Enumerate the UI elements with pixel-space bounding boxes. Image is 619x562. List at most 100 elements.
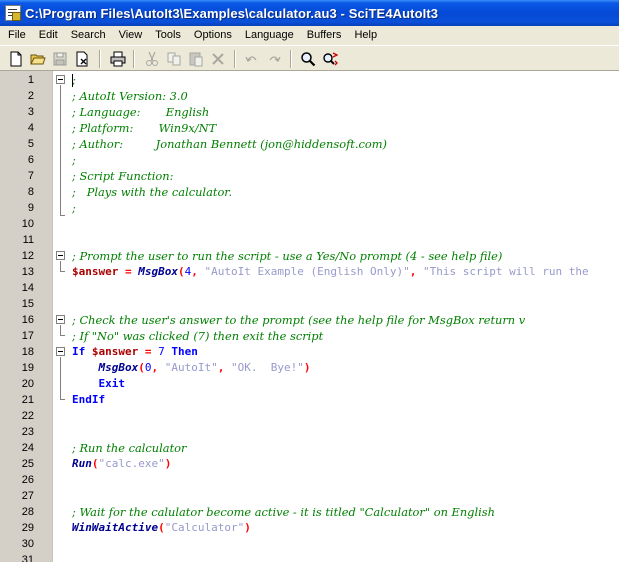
cut-button[interactable] — [142, 49, 162, 69]
code-line: ; Language: English — [72, 104, 209, 120]
line-number: 31 — [21, 554, 34, 562]
code-token: $answer — [91, 345, 139, 358]
menu-tools[interactable]: Tools — [147, 27, 186, 44]
code-line: ; — [72, 152, 76, 168]
fold-line — [60, 357, 61, 399]
line-number: 9 — [27, 202, 34, 214]
code-token: ( — [138, 361, 145, 374]
new-file-button[interactable] — [6, 49, 26, 69]
new-file-icon — [10, 51, 22, 67]
code-token: If — [72, 345, 86, 358]
line-number: 28 — [21, 506, 34, 518]
menu-file[interactable]: File — [0, 27, 31, 44]
undo-button[interactable] — [242, 49, 262, 69]
line-number: 12 — [21, 250, 34, 262]
code-line: MsgBox(0, "AutoIt", "OK. Bye!") — [72, 360, 311, 376]
replace-icon — [323, 52, 338, 66]
code-token: EndIf — [72, 393, 106, 406]
code-line: $answer = MsgBox(4, "AutoIt Example (Eng… — [72, 264, 589, 280]
code-token: ; If "No" was clicked (7) then exit the … — [72, 329, 324, 343]
code-editor[interactable]: 1 2 3 4 5 6 7 8 9 10 11 12 13 14 15 16 17 18 19 20 21 22 23 24 2… — [0, 71, 619, 562]
code-token: WinWaitActive — [72, 521, 159, 534]
find-button[interactable] — [298, 49, 318, 69]
fold-end — [60, 271, 65, 272]
line-number: 14 — [21, 282, 34, 294]
find-icon — [301, 52, 316, 67]
code-token: MsgBox — [98, 361, 139, 374]
menu-view[interactable]: View — [111, 27, 148, 44]
code-token: ; Check the user's answer to the prompt … — [72, 313, 526, 327]
toolbar-separator — [290, 50, 292, 68]
open-button[interactable] — [28, 49, 48, 69]
code-token: ) — [303, 361, 311, 374]
undo-icon — [245, 56, 257, 62]
code-token: ; Run the calculator — [72, 441, 187, 455]
replace-button[interactable] — [320, 49, 340, 69]
code-token: ; Author: Jonathan Bennett (jon@hiddenso… — [72, 137, 387, 151]
line-number: 3 — [27, 106, 34, 118]
code-line: Exit — [72, 376, 126, 392]
line-number: 8 — [27, 186, 34, 198]
code-line: WinWaitActive("Calculator") — [72, 520, 251, 536]
line-number: 6 — [27, 154, 34, 166]
menu-options[interactable]: Options — [186, 27, 237, 44]
code-line: ; Wait for the calulator become active -… — [72, 504, 495, 520]
code-token: Run — [72, 457, 92, 470]
code-token: ; Script Function: — [72, 169, 174, 183]
delete-button[interactable] — [208, 49, 228, 69]
line-number: 24 — [21, 442, 34, 454]
redo-button[interactable] — [264, 49, 284, 69]
code-token: , — [191, 265, 198, 278]
menu-buffers[interactable]: Buffers — [299, 27, 347, 44]
code-token: 7 — [158, 345, 165, 358]
code-token: ; Platform: Win9x/NT — [72, 121, 217, 135]
title-bar[interactable]: C:\Program Files\AutoIt3\Examples\calcul… — [0, 0, 619, 26]
redo-icon — [269, 56, 281, 62]
fold-toggle-icon[interactable] — [56, 251, 65, 260]
line-number: 26 — [21, 474, 34, 486]
save-button[interactable] — [50, 49, 70, 69]
code-token: ( — [158, 521, 165, 534]
code-line: ; Check the user's answer to the prompt … — [72, 312, 525, 328]
paste-icon — [189, 52, 203, 67]
code-line: ; Prompt the user to run the script - us… — [72, 248, 502, 264]
line-number-margin[interactable]: 1 2 3 4 5 6 7 8 9 10 11 12 13 14 15 16 17 18 19 20 21 22 23 24 2… — [0, 71, 53, 562]
fold-margin[interactable] — [53, 71, 69, 562]
code-token: ( — [91, 457, 99, 470]
menu-help[interactable]: Help — [346, 27, 382, 44]
save-icon — [53, 52, 67, 66]
code-token: ; Language: English — [72, 105, 210, 119]
code-line: ; If "No" was clicked (7) then exit the … — [72, 328, 323, 344]
copy-button[interactable] — [164, 49, 184, 69]
copy-icon — [167, 52, 181, 66]
menu-search[interactable]: Search — [63, 27, 111, 44]
text-caret — [72, 74, 73, 87]
code-area[interactable]: ; ; AutoIt Version: 3.0 ; Language: Englis… — [72, 71, 619, 562]
line-number: 19 — [21, 362, 34, 374]
close-file-button[interactable] — [72, 49, 92, 69]
app-icon[interactable] — [5, 5, 21, 21]
line-number: 18 — [21, 346, 34, 358]
print-button[interactable] — [108, 49, 128, 69]
code-line: ; Platform: Win9x/NT — [72, 120, 216, 136]
fold-toggle-icon[interactable] — [56, 315, 65, 324]
fold-end — [60, 399, 65, 400]
line-number: 27 — [21, 490, 34, 502]
toolbar-separator — [133, 50, 135, 68]
line-number: 13 — [21, 266, 34, 278]
code-line: ; — [72, 200, 76, 216]
code-line: ; Run the calculator — [72, 440, 186, 456]
paste-button[interactable] — [186, 49, 206, 69]
line-number: 4 — [27, 122, 34, 134]
code-line: ; Script Function: — [72, 168, 173, 184]
code-token: ; Wait for the calulator become active -… — [72, 505, 495, 519]
menu-edit[interactable]: Edit — [31, 27, 63, 44]
fold-toggle-icon[interactable] — [56, 347, 65, 356]
menu-language[interactable]: Language — [237, 27, 299, 44]
fold-toggle-icon[interactable] — [56, 75, 65, 84]
